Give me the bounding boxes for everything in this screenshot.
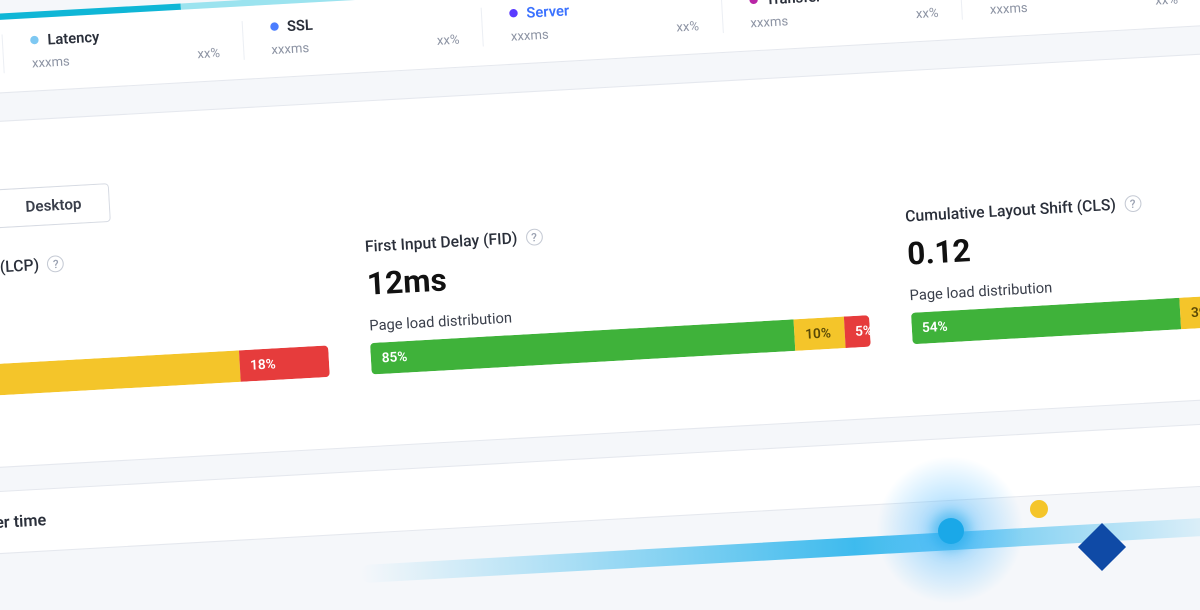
vital-title: Cumulative Layout Shift (CLS) (905, 195, 1117, 226)
help-icon[interactable]: ? (47, 255, 65, 273)
metric-ms: xxxms (32, 54, 71, 72)
metric-pct: xx% (1155, 0, 1178, 9)
metric-label: Latency (47, 29, 100, 49)
metric-dot-icon (749, 0, 758, 4)
metric-pct: xx% (197, 45, 220, 62)
vital-title: Largest Contentful Paint (LCP) (0, 255, 40, 286)
help-icon[interactable]: ? (525, 228, 543, 246)
timing-metric-latency[interactable]: Latency xxxms xx% (3, 21, 245, 73)
dist-segment-r: 5% (844, 315, 871, 348)
device-tabs: AllMobileDesktop (0, 183, 111, 238)
metric-label: Server (526, 3, 570, 22)
metric-ms: xxxms (750, 14, 789, 32)
timing-metric-server[interactable]: Server xxxms xx% (482, 0, 724, 46)
metric-ms: xxxms (271, 40, 310, 58)
metric-label: SSL (286, 17, 313, 35)
timing-metric-render[interactable]: Renderxxxmsxx% (961, 0, 1200, 20)
vital-card-1: First Input Delay (FID)?12msPage load di… (364, 209, 870, 374)
timing-metric-ssl[interactable]: SSL xxxms xx% (242, 8, 484, 60)
metric-ms: xxxms (510, 27, 549, 45)
metric-name: Latency (30, 22, 219, 49)
metric-dot-icon (509, 9, 518, 18)
metric-pct: xx% (437, 32, 460, 49)
core-web-vitals-panel: Core Web Vitals AllMobileDesktop Largest… (0, 41, 1200, 478)
dist-segment-r: 18% (239, 345, 330, 381)
vital-card-2: Cumulative Layout Shift (CLS)?0.12Page l… (905, 179, 1200, 344)
metric-label: Transfer (765, 0, 821, 9)
dist-segment-y: 62% (0, 350, 240, 399)
dist-segment-y: 10% (794, 317, 846, 351)
metric-ms: xxxms (989, 0, 1028, 18)
dist-segment-y: 39% (1180, 287, 1200, 329)
tab-desktop[interactable]: Desktop (0, 184, 110, 227)
vital-card-0: Largest Contentful Paint (LCP)?2.5sPage … (0, 239, 330, 404)
metric-pct: xx% (915, 5, 938, 22)
dashboard-scene: DNSxxxmsxx%Latencyxxxmsxx%SSLxxxmsxx%Ser… (0, 0, 1200, 610)
help-icon[interactable]: ? (1124, 195, 1142, 213)
metric-pct: xx% (676, 19, 699, 36)
metric-dot-icon (30, 36, 39, 45)
metric-name: SSL (270, 9, 459, 36)
dist-segment-g: 54% (911, 298, 1182, 344)
dist-bar: 20%62%18% (0, 345, 330, 404)
metric-dot-icon (270, 22, 279, 31)
timing-metric-transfer[interactable]: Transfer xxxms xx% (721, 0, 963, 33)
vital-title: First Input Delay (FID) (364, 229, 517, 256)
